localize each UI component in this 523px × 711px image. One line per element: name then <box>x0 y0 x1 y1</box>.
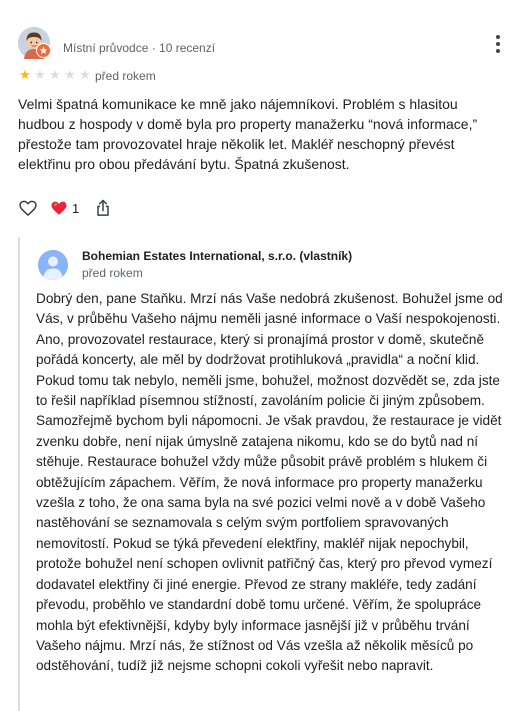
review-card: Místní průvodce · 10 recenzí ★ ★ ★ ★ ★ před … <box>0 0 523 711</box>
reaction-count: 1 <box>72 200 80 216</box>
star-rating: ★ ★ ★ ★ ★ <box>18 68 92 82</box>
red-heart-icon <box>51 201 67 215</box>
review-text: Velmi špatná komunikace ke mně jako náje… <box>18 96 478 172</box>
star-empty-icon: ★ <box>79 67 91 82</box>
reaction-summary[interactable]: 1 <box>50 199 79 217</box>
local-guide-badge-icon <box>36 43 51 58</box>
star-filled-icon: ★ <box>19 67 31 82</box>
owner-reply-text: Dobrý den, pane Staňku. Mrzí nás Vaše ne… <box>36 291 503 674</box>
owner-name[interactable]: Bohemian Estates International, s.r.o. (… <box>82 249 352 263</box>
owner-avatar[interactable] <box>38 250 68 280</box>
share-button[interactable] <box>79 198 113 218</box>
owner-reply: Bohemian Estates International, s.r.o. (… <box>18 237 510 711</box>
share-icon <box>97 199 109 216</box>
star-empty-icon: ★ <box>64 67 76 82</box>
review-actions: 1 <box>18 197 113 219</box>
star-empty-icon: ★ <box>49 67 61 82</box>
more-options-icon[interactable] <box>488 33 508 55</box>
heart-outline-icon <box>19 200 37 216</box>
review-date: před rokem <box>95 69 156 83</box>
reviewer-meta[interactable]: Místní průvodce · 10 recenzí <box>63 41 215 55</box>
owner-reply-date: před rokem <box>82 266 143 280</box>
star-empty-icon: ★ <box>34 67 46 82</box>
like-button[interactable] <box>18 198 38 218</box>
